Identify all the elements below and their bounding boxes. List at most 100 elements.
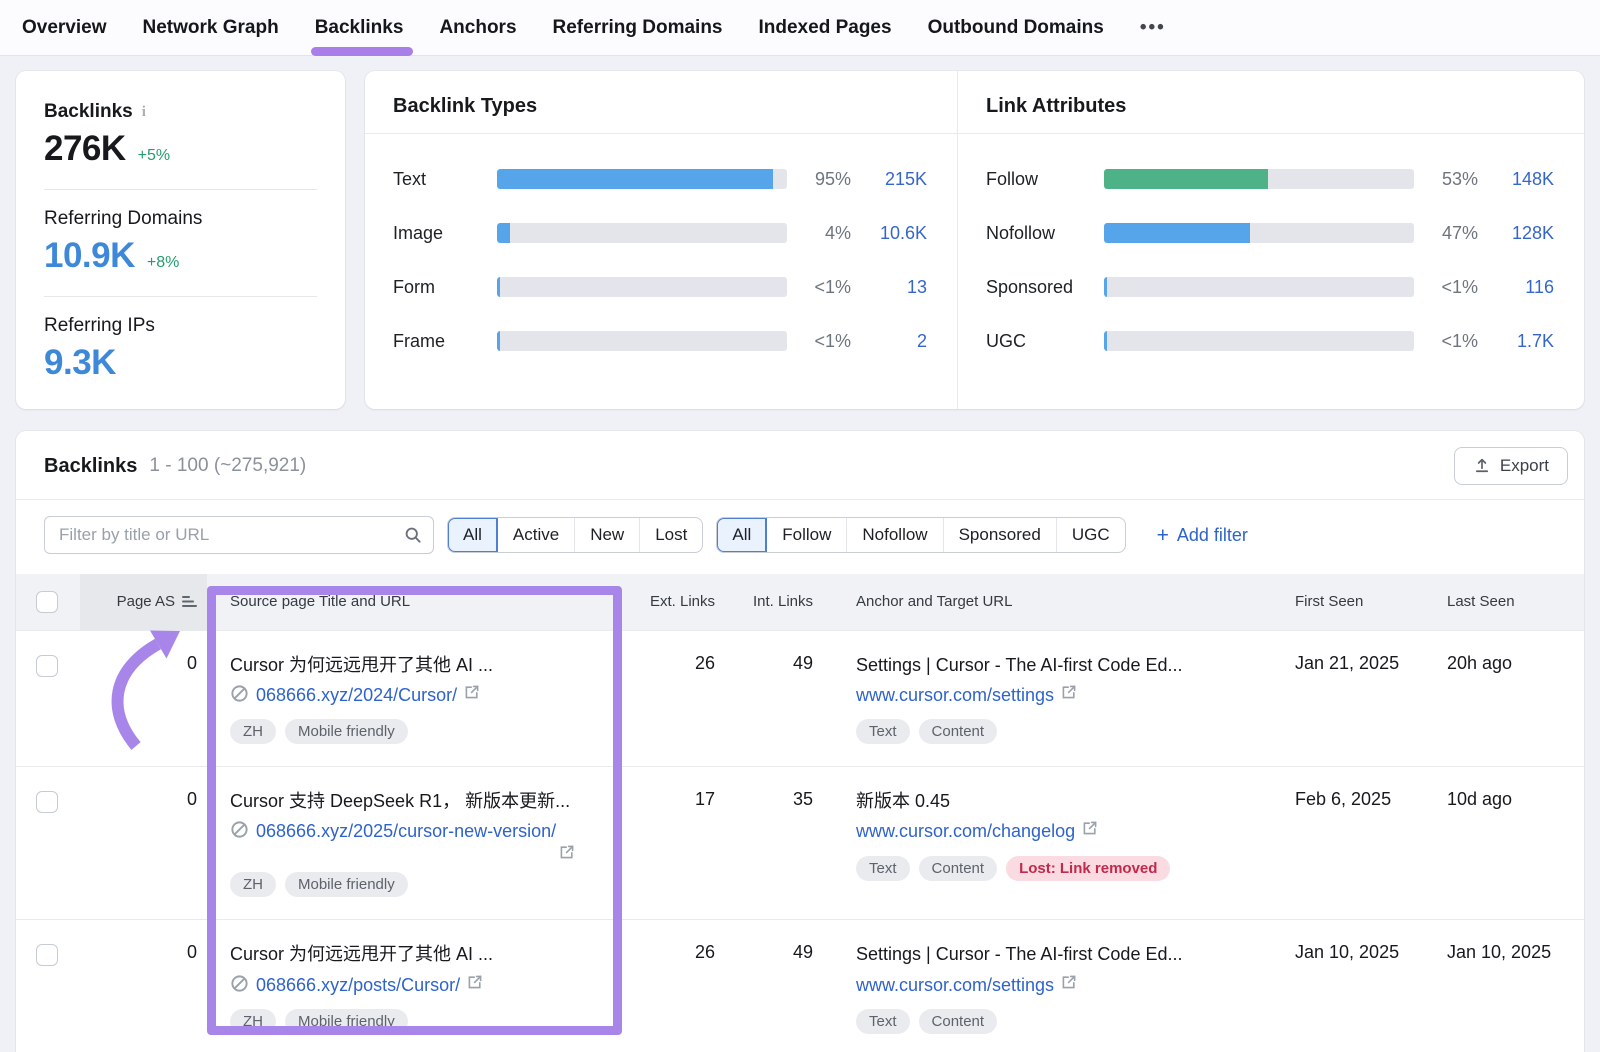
count-link[interactable]: 215K: [851, 169, 927, 190]
referring-domains-delta: +8%: [147, 254, 179, 272]
source-url-link[interactable]: 068666.xyz/posts/Cursor/: [256, 974, 460, 997]
external-link-icon[interactable]: [1061, 974, 1077, 990]
status-filter-new[interactable]: New: [575, 518, 640, 552]
target-url-link[interactable]: www.cursor.com/settings: [856, 974, 1054, 997]
export-icon: [1473, 457, 1491, 475]
external-link-icon[interactable]: [559, 844, 575, 860]
count-link[interactable]: 148K: [1478, 169, 1554, 190]
attr-filter-ugc[interactable]: UGC: [1057, 518, 1125, 552]
count-link[interactable]: 2: [851, 331, 927, 352]
attr-filter-follow[interactable]: Follow: [767, 518, 847, 552]
external-link-icon[interactable]: [1082, 820, 1098, 836]
tab-backlinks-active[interactable]: Backlinks: [315, 0, 404, 56]
referring-ips-value[interactable]: 9.3K: [44, 343, 116, 383]
bar-row-nofollow: Nofollow 47% 128K: [986, 206, 1554, 260]
column-header-first-seen[interactable]: First Seen: [1280, 574, 1432, 630]
link-type-badge: Text: [856, 1009, 910, 1034]
bar-fill: [1104, 223, 1250, 243]
info-icon[interactable]: i: [142, 104, 146, 121]
column-header-ext-links[interactable]: Ext. Links: [622, 574, 715, 630]
row-checkbox[interactable]: [36, 655, 58, 677]
bar-row-follow: Follow 53% 148K: [986, 152, 1554, 206]
sort-descending-icon[interactable]: [182, 595, 197, 608]
report-tabs: Overview Network Graph Backlinks Anchors…: [0, 0, 1600, 56]
backlinks-table: Page AS Source page Title and URL Ext. L…: [16, 574, 1584, 1052]
bar-fill: [497, 223, 510, 243]
table-row: 0 Cursor 为何远远甩开了其他 AI ... 068666.xyz/pos…: [16, 920, 1584, 1052]
int-links-value: 35: [793, 789, 813, 809]
tab-outbound-domains[interactable]: Outbound Domains: [928, 0, 1104, 56]
no-favicon-icon: [230, 974, 249, 993]
table-header-row: Page AS Source page Title and URL Ext. L…: [16, 574, 1584, 630]
tab-network-graph[interactable]: Network Graph: [143, 0, 279, 56]
bar-fill: [497, 331, 500, 351]
external-link-icon[interactable]: [1061, 684, 1077, 700]
attr-filter-nofollow[interactable]: Nofollow: [847, 518, 943, 552]
attr-filter-sponsored[interactable]: Sponsored: [944, 518, 1057, 552]
source-page-title: Cursor 为何远远甩开了其他 AI ...: [230, 942, 596, 966]
language-badge: ZH: [230, 719, 276, 744]
filter-input-wrapper: [44, 516, 434, 554]
bar-track: [497, 331, 787, 351]
column-header-int-links[interactable]: Int. Links: [715, 574, 823, 630]
count-link[interactable]: 13: [851, 277, 927, 298]
status-filter-all[interactable]: All: [448, 518, 498, 552]
add-filter-button[interactable]: + Add filter: [1157, 525, 1248, 546]
bar-track: [497, 277, 787, 297]
bar-track: [497, 223, 787, 243]
status-filter-group: All Active New Lost: [447, 517, 703, 553]
tab-anchors[interactable]: Anchors: [439, 0, 516, 56]
no-favicon-icon: [230, 820, 249, 839]
count-link[interactable]: 116: [1478, 277, 1554, 298]
bar-row-image: Image 4% 10.6K: [393, 206, 927, 260]
bar-track: [1104, 169, 1414, 189]
ext-links-value: 26: [695, 653, 715, 673]
source-url-link[interactable]: 068666.xyz/2025/cursor-new-version/: [256, 820, 556, 843]
bar-fill: [497, 169, 773, 189]
column-header-last-seen[interactable]: Last Seen: [1432, 574, 1584, 630]
last-seen-value: Jan 10, 2025: [1432, 920, 1584, 1052]
row-checkbox[interactable]: [36, 791, 58, 813]
bar-fill: [1104, 331, 1107, 351]
table-row: 0 Cursor 为何远远甩开了其他 AI ... 068666.xyz/202…: [16, 630, 1584, 767]
last-seen-value: 10d ago: [1432, 767, 1584, 920]
count-link[interactable]: 1.7K: [1478, 331, 1554, 352]
more-tabs-button[interactable]: •••: [1140, 17, 1166, 39]
external-link-icon[interactable]: [464, 684, 480, 700]
column-header-anchor[interactable]: Anchor and Target URL: [823, 574, 1280, 630]
row-checkbox[interactable]: [36, 944, 58, 966]
link-attributes-panel: Link Attributes Follow 53% 148K Nofollow…: [958, 71, 1584, 409]
select-all-checkbox[interactable]: [36, 591, 58, 613]
filter-input[interactable]: [59, 525, 403, 545]
backlinks-metric-delta: +5%: [138, 147, 170, 165]
status-filter-active[interactable]: Active: [498, 518, 575, 552]
referring-domains-value[interactable]: 10.9K: [44, 236, 135, 276]
bar-fill: [497, 277, 500, 297]
count-link[interactable]: 128K: [1478, 223, 1554, 244]
bar-row-text: Text 95% 215K: [393, 152, 927, 206]
language-badge: ZH: [230, 872, 276, 897]
attr-filter-all[interactable]: All: [717, 518, 767, 552]
target-url-link[interactable]: www.cursor.com/settings: [856, 684, 1054, 707]
lost-link-badge: Lost: Link removed: [1006, 856, 1170, 881]
export-button[interactable]: Export: [1454, 447, 1568, 485]
mobile-friendly-badge: Mobile friendly: [285, 872, 408, 897]
link-type-badge: Text: [856, 856, 910, 881]
source-url-link[interactable]: 068666.xyz/2024/Cursor/: [256, 684, 457, 707]
tab-referring-domains[interactable]: Referring Domains: [553, 0, 723, 56]
status-filter-lost[interactable]: Lost: [640, 518, 702, 552]
bar-track: [1104, 223, 1414, 243]
bar-row-form: Form <1% 13: [393, 260, 927, 314]
backlinks-metric-label: Backlinks: [44, 101, 133, 123]
external-link-icon[interactable]: [467, 974, 483, 990]
tab-overview[interactable]: Overview: [22, 0, 107, 56]
search-icon[interactable]: [403, 525, 423, 545]
column-header-source[interactable]: Source page Title and URL: [207, 574, 622, 630]
ext-links-value: 17: [695, 789, 715, 809]
tab-indexed-pages[interactable]: Indexed Pages: [759, 0, 892, 56]
backlinks-section-title: Backlinks: [44, 455, 137, 478]
link-type-badge: Text: [856, 719, 910, 744]
column-header-page-as[interactable]: Page AS: [80, 574, 207, 630]
target-url-link[interactable]: www.cursor.com/changelog: [856, 820, 1075, 843]
count-link[interactable]: 10.6K: [851, 223, 927, 244]
